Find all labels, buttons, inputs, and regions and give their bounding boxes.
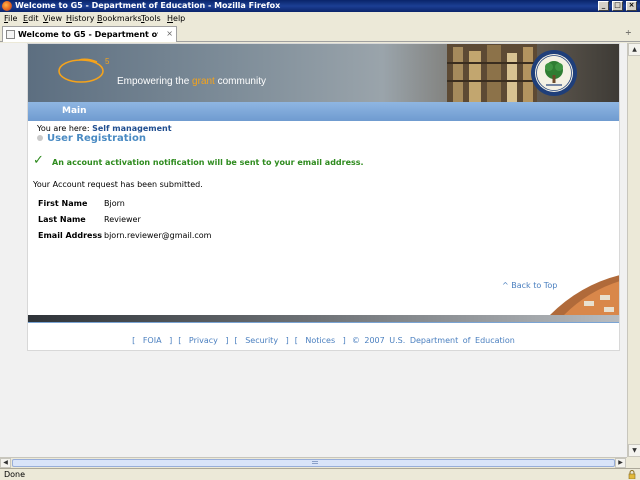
close-window-button[interactable]: ×	[626, 1, 637, 11]
menu-help[interactable]: Help	[167, 14, 185, 23]
page-favicon-icon	[6, 30, 15, 39]
horizontal-scrollbar[interactable]: ◀ ▶	[0, 457, 627, 468]
minimize-button[interactable]: _	[598, 1, 609, 11]
notice-message: An account activation notification will …	[52, 158, 364, 167]
breadcrumb: You are here: Self management	[37, 124, 172, 133]
site-banner: 5 Empowering the grant community	[27, 43, 620, 102]
security-lock-icon[interactable]	[628, 470, 636, 479]
vertical-scrollbar[interactable]: ▲ ▼	[627, 43, 640, 457]
menu-bar: File Edit View History Bookmarks Tools H…	[0, 12, 640, 24]
main-nav-bar: Main	[27, 102, 620, 121]
field-label: Email Address	[38, 231, 103, 240]
tab-strip: Welcome to G5 - Department of Edu... ×	[0, 24, 640, 42]
breadcrumb-link-self-management[interactable]: Self management	[92, 124, 171, 133]
menu-view[interactable]: View	[43, 14, 62, 23]
field-value: Bjorn	[104, 199, 125, 208]
footer-copyright: © 2007 U.S. Department of Education	[351, 336, 515, 345]
submitted-message: Your Account request has been submitted.	[33, 180, 203, 189]
tagline-text: Empowering the	[117, 76, 193, 87]
footer-link-security-label[interactable]: Security	[245, 336, 278, 345]
tab-label: Welcome to G5 - Department of Edu...	[18, 30, 158, 39]
checkmark-icon: ✓	[33, 153, 44, 168]
firefox-icon	[2, 1, 12, 11]
footer-link-security[interactable]: [ Security ]	[235, 336, 289, 345]
menu-edit[interactable]: Edit	[23, 14, 39, 23]
tab-close-icon[interactable]: ×	[166, 29, 173, 38]
page-viewport[interactable]: 5 Empowering the grant community Main Yo…	[0, 43, 627, 457]
menu-history[interactable]: History	[66, 14, 94, 23]
tagline-highlight: grant	[192, 76, 215, 87]
tab-list-icon[interactable]: ÷	[625, 28, 635, 38]
breadcrumb-prefix: You are here:	[37, 124, 90, 133]
scroll-down-icon[interactable]: ▼	[628, 444, 640, 457]
banner-tagline: Empowering the grant community	[117, 76, 266, 87]
page-title-text: User Registration	[47, 133, 146, 144]
classroom-corner-image	[550, 275, 620, 315]
window-titlebar: Welcome to G5 - Department of Education …	[0, 0, 640, 12]
library-shelves-image	[447, 43, 537, 102]
tagline-text-end: community	[214, 76, 266, 87]
footer-link-privacy-label[interactable]: Privacy	[189, 336, 218, 345]
menu-file[interactable]: File	[4, 14, 17, 23]
bullet-icon	[37, 135, 43, 141]
g5-logo-superscript: 5	[105, 57, 110, 66]
footer-link-privacy[interactable]: [ Privacy ]	[178, 336, 228, 345]
window-title: Welcome to G5 - Department of Education …	[15, 1, 281, 10]
field-value: bjorn.reviewer@gmail.com	[104, 231, 212, 240]
menu-bookmarks[interactable]: Bookmarks	[97, 14, 142, 23]
main-nav-label[interactable]: Main	[62, 106, 87, 116]
back-to-top-link[interactable]: ^ Back to Top	[502, 281, 557, 290]
field-value: Reviewer	[104, 215, 141, 224]
footer-link-notices-label[interactable]: Notices	[305, 336, 335, 345]
footer-link-foia-label[interactable]: FOIA	[143, 336, 162, 345]
scroll-left-icon[interactable]: ◀	[0, 458, 11, 468]
page-footer: [ FOIA ] [ Privacy ] [ Security ] [ Notices…	[27, 336, 620, 345]
footer-divider	[27, 322, 620, 323]
success-notice: ✓ An account activation notification wil…	[33, 153, 364, 168]
maximize-button[interactable]: □	[612, 1, 623, 11]
scroll-grip-icon	[312, 461, 318, 464]
field-label: Last Name	[38, 215, 86, 224]
browser-tab[interactable]: Welcome to G5 - Department of Edu... ×	[2, 26, 177, 42]
page-container: 5 Empowering the grant community Main Yo…	[27, 43, 620, 351]
footer-stripe	[27, 315, 620, 322]
department-seal-icon	[531, 50, 577, 96]
scroll-right-icon[interactable]: ▶	[615, 458, 626, 468]
status-text: Done	[4, 470, 26, 479]
field-label: First Name	[38, 199, 88, 208]
footer-link-foia[interactable]: [ FOIA ]	[132, 336, 172, 345]
scroll-up-icon[interactable]: ▲	[628, 43, 640, 56]
status-bar: Done	[0, 468, 640, 480]
footer-link-notices[interactable]: [ Notices ]	[295, 336, 346, 345]
page-title: User Registration	[37, 133, 146, 144]
menu-tools[interactable]: Tools	[141, 14, 161, 23]
